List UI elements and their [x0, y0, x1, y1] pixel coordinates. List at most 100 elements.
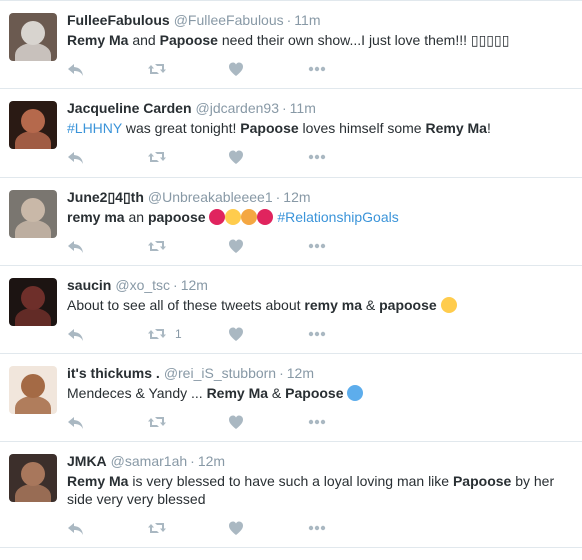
- avatar-figure: [21, 21, 45, 45]
- retweet-icon: [148, 241, 166, 251]
- hashtag-link[interactable]: #RelationshipGoals: [277, 209, 398, 225]
- user-name[interactable]: FulleeFabulous: [67, 12, 170, 28]
- avatar-figure: [15, 484, 51, 502]
- avatar[interactable]: [9, 454, 57, 502]
- reply-icon: [68, 152, 83, 164]
- avatar-figure: [15, 220, 51, 238]
- avatar-figure: [21, 109, 45, 133]
- tweet-text: remy ma an papoose #RelationshipGoals: [67, 208, 572, 226]
- tweet-text-segment: an: [124, 209, 148, 225]
- reply-icon: [68, 64, 83, 76]
- avatar[interactable]: [9, 366, 57, 414]
- retweet-button[interactable]: [147, 520, 228, 536]
- tweet-text-segment: &: [361, 297, 380, 313]
- like-button[interactable]: [228, 149, 308, 165]
- retweet-icon: [148, 152, 166, 162]
- user-handle[interactable]: @xo_tsc: [115, 277, 170, 293]
- emoji-icon: [209, 209, 226, 225]
- avatar-figure: [21, 286, 45, 310]
- timeline: FulleeFabulous @FulleeFabulous · 11m Remy M…: [0, 0, 582, 548]
- user-handle[interactable]: @rei_iS_stubborn: [164, 365, 276, 381]
- tweet-text-segment: &: [268, 385, 286, 401]
- tweet[interactable]: it's thickums . @rei_iS_stubborn · 12m Mend…: [0, 354, 582, 442]
- reply-button[interactable]: [67, 238, 147, 254]
- retweet-button[interactable]: [147, 238, 228, 254]
- tweet-time[interactable]: 12m: [198, 453, 225, 469]
- highlight-keyword: Papoose: [285, 385, 344, 401]
- tweet-time[interactable]: 12m: [283, 189, 310, 205]
- separator-dot: ·: [286, 12, 292, 28]
- tweet-actions: [67, 508, 572, 548]
- heart-icon: [229, 415, 243, 429]
- avatar[interactable]: [9, 190, 57, 238]
- more-button[interactable]: [308, 65, 326, 73]
- more-button[interactable]: [308, 330, 326, 338]
- user-name[interactable]: Jacqueline Carden: [67, 100, 192, 116]
- retweet-icon: [148, 523, 166, 533]
- reply-icon: [68, 241, 83, 253]
- highlight-keyword: papoose: [379, 297, 437, 313]
- separator-dot: ·: [279, 365, 284, 381]
- avatar[interactable]: [9, 278, 57, 326]
- more-button[interactable]: [308, 418, 326, 426]
- tweet[interactable]: Jacqueline Carden @jdcarden93 · 11m #LHHNY …: [0, 89, 582, 178]
- tweet[interactable]: June2▯4▯th @Unbreakableeee1 · 12m remy ma a…: [0, 178, 582, 266]
- highlight-keyword: Papoose: [240, 120, 299, 136]
- more-dots-icon: [308, 243, 326, 249]
- user-handle[interactable]: @jdcarden93: [196, 100, 280, 116]
- heart-icon: [229, 327, 243, 341]
- tweet-text: Remy Ma and Papoose need their own show.…: [67, 31, 572, 49]
- separator-dot: ·: [173, 277, 178, 293]
- tweet-time[interactable]: 12m: [181, 277, 208, 293]
- user-handle[interactable]: @FulleeFabulous: [174, 12, 284, 28]
- user-handle[interactable]: @Unbreakableeee1: [148, 189, 273, 205]
- separator-dot: ·: [275, 189, 281, 205]
- highlight-keyword: remy ma: [67, 209, 125, 225]
- retweet-icon: [148, 329, 166, 339]
- avatar[interactable]: [9, 101, 57, 149]
- tweet-text-segment: was great tonight!: [122, 120, 241, 136]
- retweet-button[interactable]: [147, 61, 228, 77]
- retweet-button[interactable]: [147, 149, 228, 165]
- tweet-header: FulleeFabulous @FulleeFabulous · 11m: [67, 11, 572, 29]
- user-name[interactable]: it's thickums .: [67, 365, 160, 381]
- user-name[interactable]: June2▯4▯th: [67, 189, 144, 205]
- reply-button[interactable]: [67, 414, 147, 430]
- retweet-button[interactable]: [147, 414, 228, 430]
- like-button[interactable]: [228, 326, 308, 342]
- heart-icon: [229, 239, 243, 253]
- user-handle[interactable]: @samar1ah: [111, 453, 187, 469]
- user-name[interactable]: saucin: [67, 277, 111, 293]
- like-button[interactable]: [228, 61, 308, 77]
- tweet-text: About to see all of these tweets about r…: [67, 296, 572, 314]
- reply-button[interactable]: [67, 61, 147, 77]
- avatar[interactable]: [9, 13, 57, 61]
- tweet-text: Remy Ma is very blessed to have such a l…: [67, 472, 572, 508]
- like-button[interactable]: [228, 238, 308, 254]
- tweet-time[interactable]: 11m: [290, 100, 316, 116]
- avatar-figure: [21, 462, 45, 486]
- more-button[interactable]: [308, 524, 326, 532]
- reply-button[interactable]: [67, 520, 147, 536]
- tweet-time[interactable]: 11m: [294, 12, 320, 28]
- heart-icon: [229, 62, 243, 76]
- tweet-text-segment: Mendeces & Yandy ...: [67, 385, 207, 401]
- like-button[interactable]: [228, 520, 308, 536]
- tweet[interactable]: JMKA @samar1ah · 12m Remy Ma is very blesse…: [0, 442, 582, 548]
- like-button[interactable]: [228, 414, 308, 430]
- emoji-icon: [257, 209, 274, 225]
- reply-button[interactable]: [67, 326, 147, 342]
- tweet-text: Mendeces & Yandy ... Remy Ma & Papoose: [67, 384, 572, 402]
- tweet-time[interactable]: 12m: [287, 365, 314, 381]
- tweet-actions: [67, 137, 572, 177]
- highlight-keyword: Remy Ma: [67, 32, 129, 48]
- tweet[interactable]: FulleeFabulous @FulleeFabulous · 11m Remy M…: [0, 1, 582, 89]
- reply-button[interactable]: [67, 149, 147, 165]
- more-button[interactable]: [308, 153, 326, 161]
- user-name[interactable]: JMKA: [67, 453, 107, 469]
- tweet[interactable]: saucin @xo_tsc · 12m About to see all of th…: [0, 266, 582, 354]
- highlight-keyword: remy ma: [304, 297, 362, 313]
- hashtag-link[interactable]: #LHHNY: [67, 120, 122, 136]
- more-button[interactable]: [308, 242, 326, 250]
- retweet-button[interactable]: 1: [147, 326, 228, 342]
